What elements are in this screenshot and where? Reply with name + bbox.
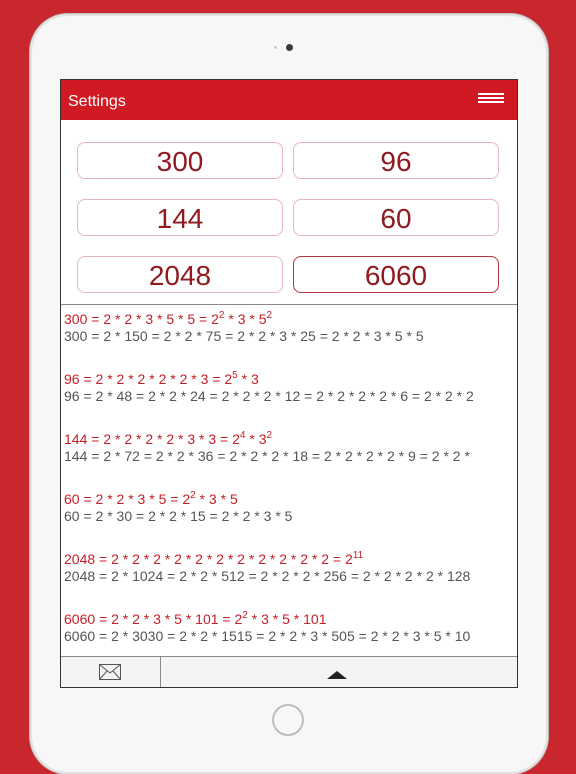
prime-factorization: 300 = 2 * 2 * 3 * 5 * 5 = 22 * 3 * 52: [64, 310, 273, 328]
number-field-4[interactable]: 60: [293, 199, 499, 236]
division-chain: 6060 = 2 * 3030 = 2 * 2 * 1515 = 2 * 2 *…: [64, 628, 471, 644]
number-field-1[interactable]: 300: [77, 142, 283, 179]
result-item: 60 = 2 * 2 * 3 * 5 = 22 * 3 * 5 60 = 2 *…: [64, 491, 292, 525]
result-item: 144 = 2 * 2 * 2 * 2 * 3 * 3 = 24 * 32 14…: [64, 431, 470, 465]
number-field-2[interactable]: 96: [293, 142, 499, 179]
settings-link[interactable]: Settings: [68, 93, 126, 111]
sensor-dot: [274, 46, 277, 49]
number-field-3[interactable]: 144: [77, 199, 283, 236]
prime-factorization: 96 = 2 * 2 * 2 * 2 * 2 * 3 = 25 * 3: [64, 370, 259, 388]
division-chain: 96 = 2 * 48 = 2 * 2 * 24 = 2 * 2 * 2 * 1…: [64, 388, 474, 404]
bottom-toolbar: [61, 656, 517, 687]
result-item: 300 = 2 * 2 * 3 * 5 * 5 = 22 * 3 * 52 30…: [64, 311, 424, 345]
result-item: 2048 = 2 * 2 * 2 * 2 * 2 * 2 * 2 * 2 * 2…: [64, 551, 470, 585]
mail-icon: [99, 664, 121, 680]
app-screen: Settings 300 96 144 60 2048 6060 300 = 2…: [60, 79, 518, 688]
division-chain: 300 = 2 * 150 = 2 * 2 * 75 = 2 * 2 * 3 *…: [64, 328, 424, 344]
result-item: 96 = 2 * 2 * 2 * 2 * 2 * 3 = 25 * 3 96 =…: [64, 371, 474, 405]
camera-icon: [286, 44, 293, 51]
prime-factorization: 144 = 2 * 2 * 2 * 2 * 3 * 3 = 24 * 32: [64, 430, 273, 448]
hamburger-icon[interactable]: [478, 93, 504, 103]
division-chain: 60 = 2 * 30 = 2 * 2 * 15 = 2 * 2 * 3 * 5: [64, 508, 293, 524]
division-chain: 144 = 2 * 72 = 2 * 2 * 36 = 2 * 2 * 2 * …: [64, 448, 470, 464]
result-item: 6060 = 2 * 2 * 3 * 5 * 101 = 22 * 3 * 5 …: [64, 611, 470, 645]
number-inputs: 300 96 144 60 2048 6060: [61, 120, 517, 305]
number-field-6[interactable]: 6060: [293, 256, 499, 293]
factorization-results: 300 = 2 * 2 * 3 * 5 * 5 = 22 * 3 * 52 30…: [61, 305, 517, 658]
mail-button[interactable]: [61, 657, 161, 687]
division-chain: 2048 = 2 * 1024 = 2 * 2 * 512 = 2 * 2 * …: [64, 568, 471, 584]
home-button[interactable]: [272, 704, 304, 736]
triangle-up-icon[interactable]: [327, 671, 347, 679]
prime-factorization: 60 = 2 * 2 * 3 * 5 = 22 * 3 * 5: [64, 490, 238, 508]
number-field-5[interactable]: 2048: [77, 256, 283, 293]
prime-factorization: 2048 = 2 * 2 * 2 * 2 * 2 * 2 * 2 * 2 * 2…: [64, 550, 364, 568]
header-bar: Settings: [61, 80, 517, 120]
prime-factorization: 6060 = 2 * 2 * 3 * 5 * 101 = 22 * 3 * 5 …: [64, 610, 327, 628]
